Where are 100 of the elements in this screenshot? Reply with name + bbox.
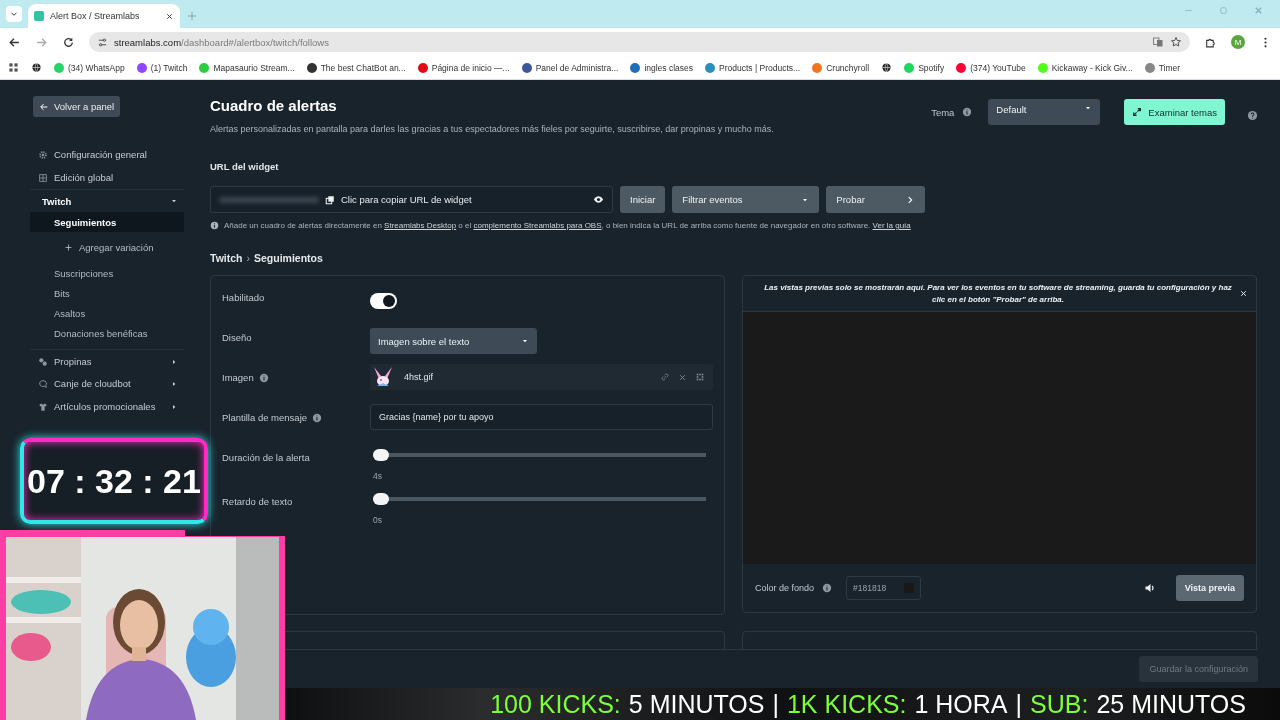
theme-select[interactable]: Default — [988, 99, 1101, 125]
arrow-icon — [39, 101, 49, 112]
bookmark[interactable]: Página de inicio —... — [417, 62, 510, 73]
caret-icon — [1084, 104, 1093, 112]
bookmark[interactable]: The best ChatBot an... — [306, 62, 406, 73]
bookmark[interactable]: Mapasaurio Stream... — [199, 62, 295, 73]
link-icon[interactable] — [660, 372, 670, 382]
sidebar-item[interactable]: Agregar variación — [30, 232, 184, 263]
preview-notice: Las vistas previas solo se mostrarán aquí. Para ver los eventos en tu software de streaming, guarda tu configuración y haz clic en el botón "Probar" de arriba. — [763, 281, 1233, 306]
field-label: Color de fondo — [755, 583, 815, 593]
sidebar-item[interactable]: Canje de cloudbot — [30, 372, 184, 395]
bookmark[interactable]: Products | Products... — [705, 62, 801, 73]
field-label: Duración de la alerta — [222, 452, 310, 463]
plus-icon — [64, 243, 73, 252]
address-field[interactable]: streamlabs.com/dashboard#/alertbox/twitch/follows — [89, 32, 1190, 52]
apps-icon[interactable] — [8, 62, 19, 73]
ticker-text: 1 HORA — [914, 689, 1008, 719]
ticker-text: 5 MINUTOS — [628, 689, 765, 719]
volume-icon[interactable] — [1143, 582, 1156, 594]
slider-value: 4s — [372, 471, 383, 481]
bookmark[interactable]: (374) YouTube — [956, 62, 1026, 73]
coins-icon — [38, 356, 48, 367]
slider-thumb[interactable] — [373, 493, 389, 505]
translate-icon[interactable] — [1152, 36, 1164, 48]
field-label: Diseño — [222, 332, 252, 343]
preview-button[interactable]: Vista previa — [1175, 575, 1244, 601]
page-title: Cuadro de alertas — [210, 97, 338, 114]
ticker-text: 25 MINUTOS — [1096, 689, 1246, 719]
color-field[interactable]: #181818 — [846, 576, 922, 600]
browse-themes-button[interactable]: Examinar temas — [1124, 99, 1225, 125]
text-link[interactable]: complemento Streamlabs para OBS — [473, 221, 602, 230]
eye-icon[interactable] — [593, 194, 604, 205]
globe-icon[interactable] — [881, 62, 893, 73]
section-label: URL del widget — [210, 161, 280, 172]
sidebar-item[interactable]: Edición global — [30, 166, 184, 189]
back-icon[interactable] — [8, 35, 21, 49]
info-icon — [210, 221, 219, 230]
sidebar-item[interactable]: Suscripciones — [30, 263, 184, 283]
globe-icon[interactable] — [31, 62, 42, 73]
close-icon[interactable] — [165, 11, 174, 21]
bookmark[interactable]: Crunchyroll — [812, 62, 870, 73]
ticker-text: | — [1015, 689, 1023, 719]
page-description: Alertas personalizadas en pantalla para darles las gracias a tus espectadores más fieles por seguirte, suscribirse, dar propinas y mucho más. — [210, 124, 775, 134]
bookmark[interactable]: ingles clases — [630, 62, 694, 73]
field-label: Imagen — [222, 372, 254, 383]
bookmark[interactable]: Panel de Administra... — [521, 62, 619, 73]
expand-icon — [1132, 107, 1143, 117]
ticker-text: 100 KICKS: — [490, 689, 621, 719]
bookmark[interactable]: Timer — [1144, 62, 1181, 73]
sidebar-item[interactable]: Configuración general — [30, 143, 184, 166]
help-icon[interactable] — [1247, 109, 1258, 121]
info-icon — [822, 583, 833, 593]
gear-icon — [38, 149, 48, 160]
image-file-field[interactable]: 4hst.gif — [370, 364, 713, 390]
text-link[interactable]: Ver la guía — [872, 221, 911, 230]
bookmark[interactable]: Kickaway - Kick Giv... — [1037, 62, 1133, 73]
shirt-icon — [38, 401, 48, 412]
star-icon[interactable] — [1170, 36, 1182, 48]
theme-label: Tema — [931, 106, 955, 118]
site-settings-icon[interactable] — [97, 36, 108, 48]
timer-text: 07 : 32 : 21 — [27, 461, 201, 501]
back-button[interactable]: Volver a panel — [33, 96, 121, 117]
message-template-field[interactable]: Gracias {name} por tu apoyo — [370, 404, 713, 430]
copy-icon — [325, 194, 335, 205]
sidebar-item[interactable]: Seguimientos — [30, 212, 184, 232]
browser-tab[interactable]: Alert Box / Streamlabs — [28, 4, 180, 28]
favicon-icon — [34, 11, 44, 21]
slider-thumb[interactable] — [373, 449, 389, 461]
slider-value: 0s — [372, 515, 383, 525]
design-select[interactable]: Imagen sobre el texto — [370, 328, 537, 354]
ticker-text: | — [772, 689, 779, 719]
breadcrumb-item: Seguimientos — [254, 252, 323, 264]
field-label: Plantilla de mensaje — [222, 412, 308, 423]
grid-icon[interactable] — [695, 372, 705, 382]
chat-icon — [38, 378, 48, 389]
bookmark[interactable]: Spotify — [904, 62, 945, 73]
toggle-switch[interactable] — [370, 293, 397, 309]
start-button[interactable]: Iniciar — [620, 186, 666, 213]
caret-icon — [521, 337, 529, 345]
sidebar-item[interactable]: Artículos promocionales — [30, 395, 184, 418]
ticker-text: SUB: — [1030, 689, 1089, 719]
sidebar-item[interactable]: Donaciones benéficas — [30, 323, 184, 343]
info-icon — [962, 107, 973, 117]
field-label: Retardo de texto — [222, 496, 293, 507]
bookmark[interactable]: (1) Twitch — [136, 62, 188, 73]
breadcrumb-item: Twitch — [210, 252, 243, 264]
bookmark[interactable]: (34) WhatsApp — [54, 62, 125, 73]
ticker-text: 1K KICKS: — [786, 689, 907, 719]
sidebar-item[interactable]: Asaltos — [30, 303, 184, 323]
reload-icon[interactable] — [62, 35, 75, 49]
sidebar-item[interactable]: Bits — [30, 283, 184, 303]
info-text: Añade un cuadro de alertas directamente en Streamlabs Desktop o el complemento Streamlabs para OBS, o bien indica la URL de arriba como fuente de navegador en otro software. Ver la guía — [224, 221, 911, 230]
text-link[interactable]: Streamlabs Desktop — [384, 221, 457, 230]
widget-url-field[interactable]: Clic para copiar URL de widget — [210, 186, 613, 213]
close-icon[interactable] — [1239, 289, 1248, 298]
test-button[interactable]: Probar — [826, 186, 926, 213]
field-label: Habilitado — [222, 292, 265, 303]
breadcrumb-separator: › — [246, 252, 250, 264]
sidebar-item[interactable]: Propinas — [30, 349, 184, 372]
filter-events-select[interactable]: Filtrar eventos — [672, 186, 820, 213]
